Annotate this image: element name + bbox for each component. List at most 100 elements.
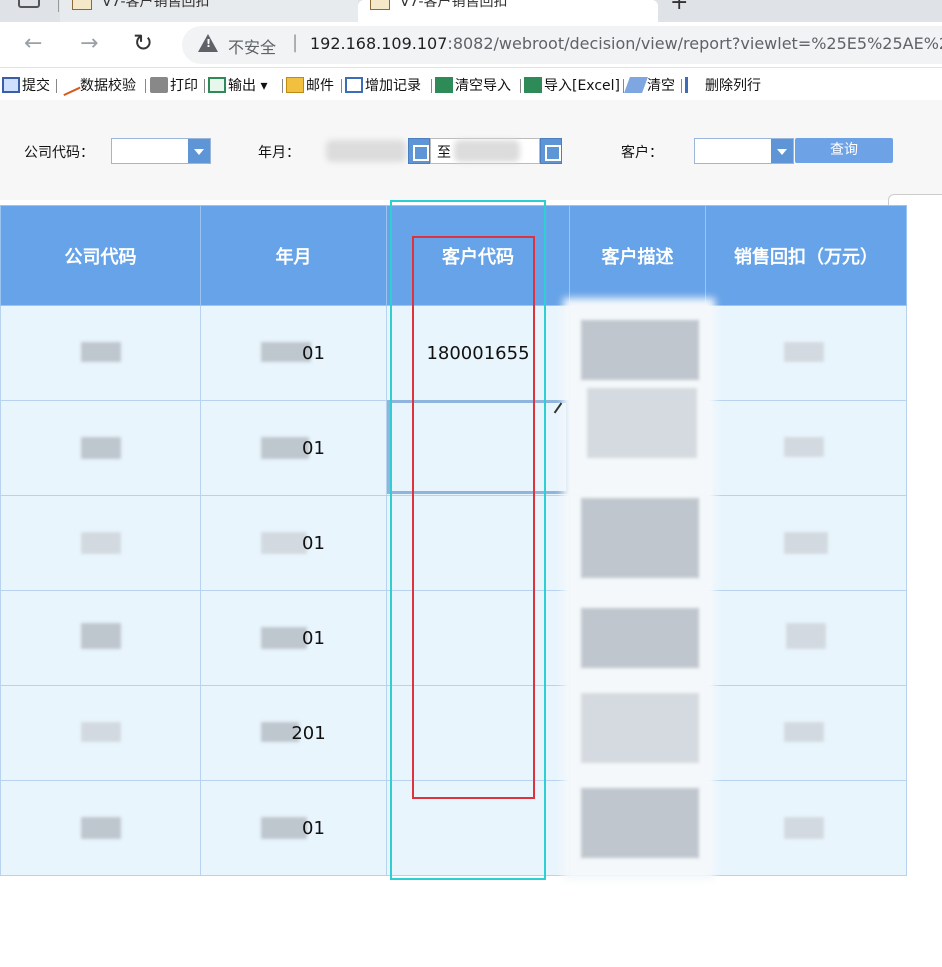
add-record-button[interactable]: 增加记录 [345, 75, 421, 97]
print-button[interactable]: 打印 [150, 75, 198, 97]
eraser-icon [624, 77, 648, 93]
company-code-cell[interactable] [0, 305, 201, 401]
redacted-customer-desc-column [563, 298, 715, 880]
company-code-cell[interactable] [0, 685, 201, 781]
company-code-cell[interactable] [0, 400, 201, 496]
browser-tab-2-active[interactable]: V7-客户销售回扣 × [358, 0, 658, 22]
mail-button[interactable]: 邮件 [286, 75, 334, 97]
rebate-cell[interactable] [705, 590, 907, 686]
report-toolbar: 提交 数据校验 打印 输出 ▾ 邮件 增加记录 清空导入 导入[Excel] 清… [0, 73, 942, 97]
to-label: 至 [437, 145, 451, 161]
browser-tab-1[interactable]: V7-客户销售回扣 × [60, 0, 358, 22]
redacted-end-date [454, 140, 520, 162]
redacted-value [261, 817, 307, 839]
mail-label: 邮件 [306, 78, 334, 94]
toolbar-divider [431, 79, 432, 93]
tab-actions-icon[interactable] [18, 0, 40, 8]
redacted-value [81, 623, 121, 649]
back-icon[interactable]: ← [24, 31, 42, 56]
toolbar-divider [145, 79, 146, 93]
redacted-value [261, 627, 307, 649]
month-suffix: 01 [302, 817, 325, 839]
table-header-row: 公司代码 年月 客户代码 客户描述 销售回扣（万元） [0, 205, 907, 306]
clear-button[interactable]: 清空 [624, 75, 675, 97]
table-row: 01 [0, 590, 907, 686]
new-tab-icon[interactable]: + [670, 0, 688, 15]
calendar-icon[interactable] [408, 138, 430, 164]
customer-code-cell[interactable] [386, 685, 570, 781]
report-favicon-icon [72, 0, 92, 10]
rebate-cell[interactable] [705, 400, 907, 496]
chevron-down-icon[interactable] [188, 139, 210, 163]
rebate-cell[interactable] [705, 780, 907, 876]
rebate-cell[interactable] [705, 495, 907, 591]
table-row: 01 [0, 400, 907, 496]
customer-code-cell[interactable] [386, 495, 570, 591]
redacted-value [784, 532, 828, 554]
validate-label: 数据校验 [80, 78, 136, 94]
report-favicon-icon [370, 0, 390, 10]
tab-divider [58, 0, 59, 12]
month-suffix: 01 [302, 437, 325, 459]
browser-tab-strip: V7-客户销售回扣 × V7-客户销售回扣 × + [0, 0, 942, 22]
month-cell[interactable]: 01 [200, 590, 387, 686]
url-separator: | [292, 32, 299, 53]
customer-select[interactable] [694, 138, 794, 164]
company-code-select[interactable] [111, 138, 211, 164]
month-suffix: 201 [291, 722, 326, 744]
customer-code-cell[interactable] [386, 400, 570, 496]
month-cell[interactable]: 201 [200, 685, 387, 781]
month-label: 年月： [258, 145, 300, 161]
redacted-value [81, 437, 121, 459]
clear-label: 清空 [647, 78, 675, 94]
header-customer-code: 客户代码 [386, 205, 570, 306]
validate-button[interactable]: 数据校验 [57, 73, 136, 97]
clear-import-button[interactable]: 清空导入 [435, 75, 511, 97]
toolbar-divider [681, 79, 682, 93]
customer-code-cell[interactable] [386, 780, 570, 876]
company-code-cell[interactable] [0, 780, 201, 876]
month-cell[interactable]: 01 [200, 305, 387, 401]
header-month: 年月 [200, 205, 387, 306]
table-row: 01 [0, 780, 907, 876]
import-excel-button[interactable]: 导入[Excel] [524, 75, 620, 97]
redacted-value [81, 342, 121, 362]
month-cell[interactable]: 01 [200, 495, 387, 591]
company-code-cell[interactable] [0, 590, 201, 686]
chevron-down-icon[interactable] [771, 139, 793, 163]
company-code-cell[interactable] [0, 495, 201, 591]
redacted-value [261, 532, 307, 554]
month-cell[interactable]: 01 [200, 780, 387, 876]
rebate-cell[interactable] [705, 305, 907, 401]
header-rebate: 销售回扣（万元） [705, 205, 907, 306]
address-bar[interactable]: 不安全 | 192.168.109.107:8082/webroot/decis… [182, 26, 942, 64]
url-text[interactable]: 192.168.109.107:8082/webroot/decision/vi… [310, 34, 942, 53]
toolbar-divider [282, 79, 283, 93]
customer-code-cell[interactable] [386, 590, 570, 686]
export-button[interactable]: 输出 ▾ [208, 75, 267, 97]
delete-row-label: 删除列行 [705, 78, 761, 94]
delete-row-button[interactable]: 删除列行 [685, 75, 761, 97]
add-record-label: 增加记录 [365, 78, 421, 94]
reload-icon[interactable]: ↻ [133, 29, 153, 57]
query-button[interactable]: 查询 [795, 138, 893, 163]
rebate-cell[interactable] [705, 685, 907, 781]
redacted-value [81, 817, 121, 839]
calendar-icon[interactable] [540, 138, 562, 164]
excel-icon [435, 77, 453, 93]
month-cell[interactable]: 01 [200, 400, 387, 496]
check-icon [57, 73, 81, 97]
company-code-label: 公司代码： [24, 145, 94, 161]
redacted-value [784, 342, 824, 362]
warning-icon[interactable] [198, 34, 218, 52]
chevron-down-icon: ▾ [260, 78, 268, 94]
toolbar-divider [520, 79, 521, 93]
security-label[interactable]: 不安全 [228, 34, 276, 58]
redacted-value [784, 722, 824, 742]
header-company-code: 公司代码 [0, 205, 201, 306]
table-row: 01 [0, 495, 907, 591]
clear-import-label: 清空导入 [455, 78, 511, 94]
customer-code-cell[interactable]: 180001655 [386, 305, 570, 401]
submit-button[interactable]: 提交 [2, 75, 50, 97]
forward-icon[interactable]: → [80, 31, 98, 56]
